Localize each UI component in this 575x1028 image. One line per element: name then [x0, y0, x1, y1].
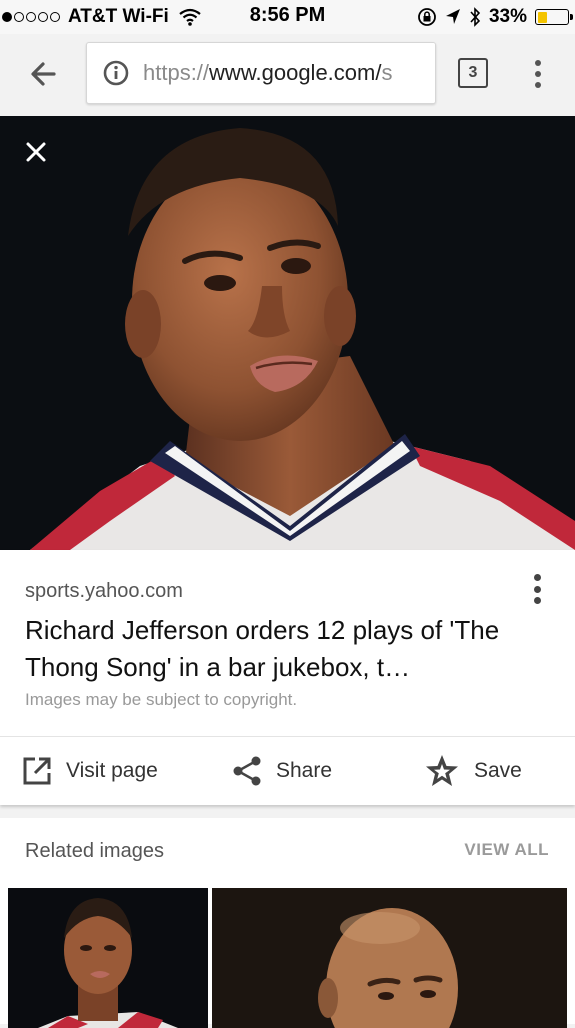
url-fade-overlay: [395, 43, 435, 103]
result-title[interactable]: Richard Jefferson orders 12 plays of 'Th…: [25, 612, 525, 686]
url-text[interactable]: https://www.google.com/s: [143, 60, 392, 86]
share-label: Share: [276, 759, 333, 782]
visit-page-button[interactable]: Visit page: [22, 737, 158, 805]
status-bar: AT&T Wi-Fi 8:56 PM 33%: [0, 0, 575, 34]
star-icon: [426, 755, 458, 786]
view-all-link[interactable]: VIEW ALL: [464, 840, 549, 860]
more-dot: [533, 574, 541, 581]
battery-percent: 33%: [488, 6, 527, 27]
url-host: www.google.com/: [209, 60, 382, 85]
battery-icon: [535, 9, 573, 25]
action-bar: Visit page Share Save: [0, 737, 575, 805]
visit-page-label: Visit page: [66, 759, 158, 782]
image-result-card: sports.yahoo.com Richard Jefferson order…: [0, 550, 575, 805]
share-button[interactable]: Share: [232, 737, 332, 805]
back-arrow-icon[interactable]: [24, 54, 64, 94]
player-photo: [0, 116, 575, 550]
browser-menu-button[interactable]: [528, 56, 548, 92]
battery-fill: [537, 11, 548, 23]
url-path-fade: s: [381, 60, 393, 85]
close-icon[interactable]: [16, 132, 56, 172]
bluetooth-icon: [470, 7, 481, 27]
address-bar[interactable]: https://www.google.com/s: [86, 42, 436, 104]
menu-dot: [535, 82, 541, 88]
info-icon[interactable]: [103, 60, 129, 86]
more-dot: [533, 585, 541, 593]
related-thumbnail[interactable]: [212, 888, 567, 1028]
related-photo: [212, 888, 567, 1028]
save-label: Save: [474, 759, 522, 782]
share-icon: [233, 756, 261, 786]
url-scheme: https://: [143, 60, 210, 85]
status-right: 33%: [417, 0, 573, 34]
location-icon: [445, 9, 460, 24]
related-photo: [8, 888, 208, 1028]
related-images-section: Related images VIEW ALL: [0, 818, 575, 1028]
more-dot: [533, 597, 541, 604]
orientation-lock-icon: [418, 8, 436, 26]
more-vert-icon[interactable]: [528, 572, 546, 606]
tab-switcher-button[interactable]: 3: [458, 58, 488, 88]
menu-dot: [535, 71, 541, 77]
copyright-notice: Images may be subject to copyright.: [25, 690, 298, 709]
open-in-new-icon: [23, 757, 51, 785]
save-button[interactable]: Save: [424, 737, 522, 805]
preview-image[interactable]: [0, 116, 575, 550]
source-domain[interactable]: sports.yahoo.com: [25, 580, 183, 603]
related-thumbnail[interactable]: [8, 888, 208, 1028]
related-images-heading: Related images: [25, 840, 164, 862]
menu-dot: [535, 60, 541, 66]
tab-count: 3: [468, 64, 478, 81]
browser-toolbar: https://www.google.com/s 3: [0, 34, 575, 116]
